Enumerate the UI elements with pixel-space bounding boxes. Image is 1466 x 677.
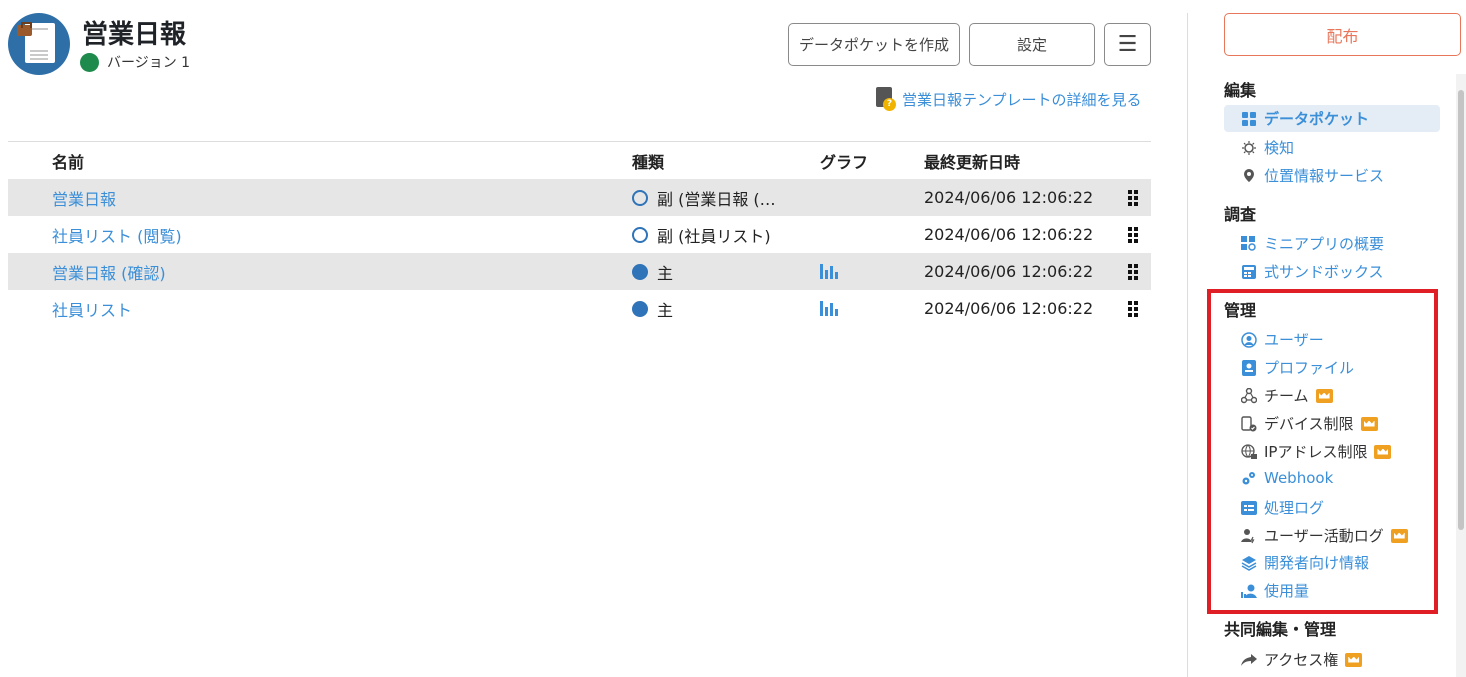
row-updated: 2024/06/06 12:06:22 [924, 188, 1094, 207]
sub-type-icon [632, 189, 648, 206]
row-updated: 2024/06/06 12:06:22 [924, 299, 1094, 318]
row-type-label: 副 (営業日報 (… [657, 189, 776, 209]
sidebar-item-sandbox[interactable]: 式サンドボックス [1241, 261, 1384, 282]
row-type-label: 主 [657, 300, 674, 320]
sidebar-divider [1187, 13, 1188, 677]
row-name-link[interactable]: 営業日報 [52, 186, 116, 210]
share-arrow-icon [1241, 652, 1257, 668]
sidebar-item-label: アクセス権 [1264, 651, 1339, 669]
version-indicator: バージョン 1 [80, 52, 190, 72]
grid-search-icon [1241, 235, 1257, 252]
row-updated: 2024/06/06 12:06:22 [924, 262, 1094, 281]
row-type: 副 (営業日報 (… [632, 186, 776, 210]
main-type-icon [632, 300, 648, 317]
sidebar-item-location[interactable]: 位置情報サービス [1241, 165, 1384, 186]
create-datapocket-button[interactable]: データポケットを作成 [788, 23, 960, 66]
sidebar-item-detect[interactable]: 検知 [1241, 137, 1294, 158]
sidebar-item-label: 検知 [1264, 139, 1295, 157]
sidebar-item-label: 式サンドボックス [1264, 263, 1384, 281]
highlight-box [1207, 289, 1438, 614]
sidebar-scrollbar[interactable] [1456, 74, 1466, 677]
graph-icon[interactable] [820, 264, 838, 279]
section-investigate: 調査 [1224, 205, 1257, 224]
row-name-link[interactable]: 営業日報 (確認) [52, 260, 166, 284]
row-type: 副 (社員リスト) [632, 223, 771, 247]
sidebar-item-miniapp[interactable]: ミニアプリの概要 [1241, 233, 1384, 254]
template-details-label: 営業日報テンプレートの詳細を見る [902, 90, 1142, 109]
sidebar-item-label: 位置情報サービス [1264, 167, 1385, 185]
table-header: 名前 種類 グラフ 最終更新日時 [8, 142, 1151, 179]
grid-icon [1241, 111, 1257, 127]
row-type-label: 主 [657, 263, 674, 283]
header-name[interactable]: 名前 [52, 149, 84, 173]
lightbulb-icon [1241, 140, 1257, 156]
header-type[interactable]: 種類 [632, 149, 664, 173]
menu-button[interactable]: ☰ [1104, 23, 1151, 66]
header-updated[interactable]: 最終更新日時 [924, 149, 1020, 173]
sidebar-item-label: データポケット [1264, 110, 1370, 128]
table-row[interactable]: 社員リスト 主 2024/06/06 12:06:22 [8, 290, 1151, 327]
section-collab: 共同編集・管理 [1224, 620, 1337, 639]
table-row[interactable]: 営業日報 (確認) 主 2024/06/06 12:06:22 [8, 253, 1151, 290]
sidebar-item-access[interactable]: アクセス権 [1241, 649, 1363, 670]
template-details-link[interactable]: ? 営業日報テンプレートの詳細を見る [876, 87, 1142, 111]
map-pin-icon [1241, 168, 1257, 184]
drag-handle-icon[interactable] [1128, 263, 1138, 280]
header-graph: グラフ [820, 152, 869, 172]
premium-crown-icon [1345, 652, 1363, 667]
row-type: 主 [632, 297, 673, 321]
book-help-icon: ? [876, 87, 896, 111]
row-type: 主 [632, 260, 673, 284]
sub-type-icon [632, 226, 648, 243]
calculator-icon [1241, 264, 1257, 280]
settings-button[interactable]: 設定 [969, 23, 1095, 66]
version-label: バージョン 1 [107, 55, 191, 71]
row-name-link[interactable]: 社員リスト [52, 297, 132, 321]
graph-icon[interactable] [820, 301, 838, 316]
drag-handle-icon[interactable] [1128, 226, 1138, 243]
table-row[interactable]: 営業日報 副 (営業日報 (… 2024/06/06 12:06:22 [8, 179, 1151, 216]
status-dot-icon [80, 52, 99, 72]
deploy-button[interactable]: 配布 [1224, 13, 1461, 56]
table-row[interactable]: 社員リスト (閲覧) 副 (社員リスト) 2024/06/06 12:06:22 [8, 216, 1151, 253]
main-type-icon [632, 263, 648, 280]
app-icon [8, 13, 70, 75]
sidebar-item-datapocket[interactable]: データポケット [1224, 105, 1440, 132]
row-type-label: 副 (社員リスト) [657, 226, 771, 246]
section-edit: 編集 [1224, 81, 1257, 100]
row-updated: 2024/06/06 12:06:22 [924, 225, 1094, 244]
drag-handle-icon[interactable] [1128, 300, 1138, 317]
drag-handle-icon[interactable] [1128, 189, 1138, 206]
row-name-link[interactable]: 社員リスト (閲覧) [52, 223, 182, 247]
datapocket-table: 名前 種類 グラフ 最終更新日時 営業日報 副 (営業日報 (… 2024/06… [8, 141, 1151, 327]
sidebar-item-label: ミニアプリの概要 [1264, 235, 1385, 253]
page-title: 営業日報 [82, 20, 187, 50]
